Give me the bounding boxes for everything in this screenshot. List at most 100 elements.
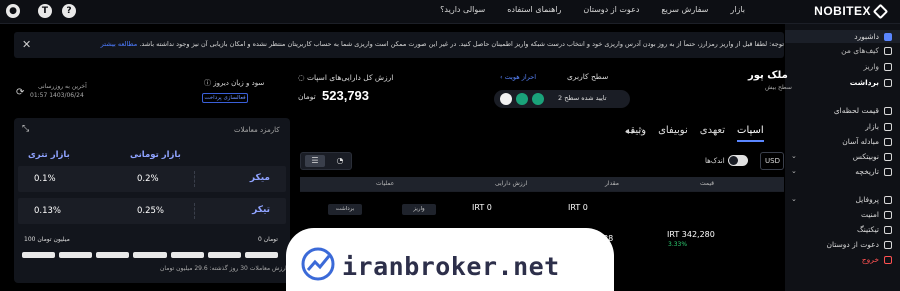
chevron-down-icon[interactable]: ⌄ bbox=[791, 195, 797, 203]
notice-banner: ✕ توجه: لطفا قبل از واریز رمزارز، حتماً … bbox=[14, 32, 784, 58]
sidebar-item-label: خروج bbox=[861, 255, 879, 264]
nav-quick-order[interactable]: سفارش سریع bbox=[661, 5, 708, 14]
currency-select[interactable]: USD bbox=[760, 152, 784, 170]
dashboard-icon bbox=[884, 32, 892, 41]
fee-row-taker: تیکر 0.25% 0.13% bbox=[18, 198, 286, 224]
eye-off-icon[interactable]: ◌ bbox=[298, 73, 307, 82]
user-level-text: سطح بیش bbox=[765, 84, 792, 91]
fee-row-label: میکر bbox=[249, 173, 270, 183]
nav-invite[interactable]: دعوت از دوستان bbox=[583, 5, 639, 14]
nav-market[interactable]: بازار bbox=[730, 5, 745, 14]
tab-spot[interactable]: اسپات bbox=[737, 125, 764, 142]
cell-value: IRT 0 bbox=[472, 203, 492, 212]
pie-view-icon[interactable]: ◔ bbox=[331, 155, 349, 167]
notice-text: توجه: لطفا قبل از واریز رمزارز، حتماً از… bbox=[49, 40, 784, 48]
sidebar-item-ticket[interactable]: تیکتینگ bbox=[857, 225, 892, 234]
nav-faq[interactable]: سوالی دارید؟ bbox=[440, 5, 485, 14]
volume-progress-bar bbox=[22, 252, 278, 258]
fee-tether-value: 0.13% bbox=[34, 206, 62, 216]
sidebar-item-withdraw[interactable]: برداشت bbox=[850, 78, 892, 87]
user-icon[interactable]: ● bbox=[6, 4, 20, 18]
profit-loss-label: ⓘ سود و زیان دیروز bbox=[204, 78, 264, 88]
trading-fees-card: کارمزد معاملات ⤡ بازار تومانی بازار تتری… bbox=[14, 118, 290, 283]
level-indicator[interactable]: تایید شده سطح 2 bbox=[494, 90, 630, 108]
close-icon[interactable]: ✕ bbox=[22, 38, 31, 51]
sidebar-item-invite[interactable]: دعوت از دوستان bbox=[826, 240, 892, 249]
th-amount: مقدار bbox=[605, 180, 619, 187]
sidebar-item-exchange[interactable]: مبادله آسان bbox=[842, 137, 892, 146]
small-assets-toggle[interactable] bbox=[728, 155, 748, 166]
notice-link[interactable]: مطالعه بیشتر bbox=[101, 40, 138, 48]
fee-tether-value: 0.1% bbox=[34, 174, 56, 184]
last-update-label: آخرین به روزرسانی bbox=[38, 83, 87, 90]
watermark-badge: iranbroker.net bbox=[286, 228, 614, 291]
withdraw-button[interactable]: برداشت bbox=[328, 204, 362, 215]
level-dot bbox=[532, 93, 544, 105]
help-icon[interactable]: ? bbox=[62, 4, 76, 18]
sidebar-item-nobitex[interactable]: نوبیتکس bbox=[853, 152, 892, 161]
logo-text: NOBITEX bbox=[814, 4, 871, 18]
asset-label: ◌ ارزش کل دارایی‌های اسپات bbox=[298, 73, 393, 82]
sidebar-item-label: کیف‌های من bbox=[841, 46, 879, 55]
tab-collateral[interactable]: وثیقه bbox=[625, 125, 646, 142]
sidebar-item-label: نوبیتکس bbox=[852, 152, 879, 161]
sidebar-item-dashboard[interactable]: داشبورد bbox=[785, 30, 900, 43]
chevron-down-icon[interactable]: ⌄ bbox=[791, 152, 797, 160]
info-icon[interactable]: ⓘ bbox=[204, 79, 213, 87]
trading-volume-text: ارزش معاملات 30 روز گذشته: 29.6 میلیون ت… bbox=[160, 265, 287, 272]
history-icon bbox=[884, 167, 892, 176]
sidebar-item-wallets[interactable]: کیف‌های من bbox=[841, 46, 892, 55]
sidebar-item-exit[interactable]: خروج bbox=[862, 255, 892, 264]
sidebar-item-label: داشبورد bbox=[854, 32, 879, 41]
list-view-icon[interactable]: ☰ bbox=[305, 155, 325, 167]
fees-col-toman: بازار تومانی bbox=[130, 150, 181, 160]
profile-icon bbox=[884, 195, 892, 204]
deposit-button[interactable]: واریز bbox=[402, 204, 436, 215]
asset-label-text: ارزش کل دارایی‌های اسپات bbox=[306, 73, 394, 82]
tab-nobifi[interactable]: نوبیفای bbox=[658, 125, 688, 142]
sidebar-item-deposit[interactable]: واریز bbox=[863, 62, 892, 71]
sidebar-item-label: مبادله آسان bbox=[842, 137, 879, 146]
sidebar-item-label: تیکتینگ bbox=[857, 225, 879, 234]
th-price: قیمت bbox=[700, 180, 715, 187]
asset-tabs: اسپات تعهدی نوبیفای وثیقه bbox=[625, 125, 764, 142]
progress-segment bbox=[22, 252, 56, 258]
main-nav: بازار سفارش سریع دعوت از دوستان راهنمای … bbox=[440, 5, 745, 14]
shirt-icon[interactable]: T bbox=[38, 4, 52, 18]
market-icon bbox=[884, 122, 892, 131]
refresh-icon[interactable]: ⟳ bbox=[16, 87, 24, 98]
nav-guide[interactable]: راهنمای استفاده bbox=[507, 5, 561, 14]
exchange-icon bbox=[884, 137, 892, 146]
profit-loss-label-text: سود و زیان دیروز bbox=[213, 79, 265, 87]
fee-toman-value: 0.2% bbox=[137, 174, 159, 184]
top-bar: ● T ? بازار سفارش سریع دعوت از دوستان را… bbox=[0, 0, 900, 24]
cell-change: 3.33% bbox=[668, 241, 688, 248]
fees-title: کارمزد معاملات bbox=[234, 126, 280, 134]
activate-payment-button[interactable]: فعالسازی پرداخت bbox=[202, 93, 248, 103]
verification-link[interactable]: ‹ احراز هویت bbox=[500, 73, 536, 81]
withdraw-icon bbox=[884, 78, 892, 87]
progress-segment bbox=[244, 252, 278, 258]
sidebar-item-profile[interactable]: پروفایل bbox=[856, 195, 892, 204]
sidebar-item-label: برداشت bbox=[849, 78, 879, 87]
level-label: سطح کاربری bbox=[567, 72, 609, 81]
expand-icon[interactable]: ⤡ bbox=[22, 124, 29, 134]
chevron-down-icon[interactable]: ⌄ bbox=[791, 167, 797, 175]
sidebar-item-price[interactable]: قیمت لحظه‌ای bbox=[834, 106, 892, 115]
sidebar-item-label: واریز bbox=[863, 62, 879, 71]
price-icon bbox=[884, 106, 892, 115]
nobitex-logo[interactable]: NOBITEX bbox=[814, 3, 889, 19]
th-value: ارزش دارایی bbox=[495, 180, 528, 187]
chart-logo-icon bbox=[301, 247, 335, 281]
fees-col-tether: بازار تتری bbox=[28, 150, 70, 160]
nobitex-icon bbox=[884, 152, 892, 161]
sidebar-item-security[interactable]: امنیت bbox=[861, 210, 892, 219]
last-update-time: 01:57 1403/06/24 bbox=[30, 92, 84, 99]
fee-toman-value: 0.25% bbox=[137, 206, 165, 216]
sidebar-item-history[interactable]: تاریخچه bbox=[855, 167, 892, 176]
sidebar-item-market[interactable]: بازار bbox=[865, 122, 892, 131]
tab-margin[interactable]: تعهدی bbox=[700, 125, 725, 142]
cell-price: IRT 342,280 bbox=[667, 230, 715, 239]
progress-max-label: 100 میلیون تومان bbox=[24, 236, 70, 243]
divider bbox=[300, 191, 784, 192]
